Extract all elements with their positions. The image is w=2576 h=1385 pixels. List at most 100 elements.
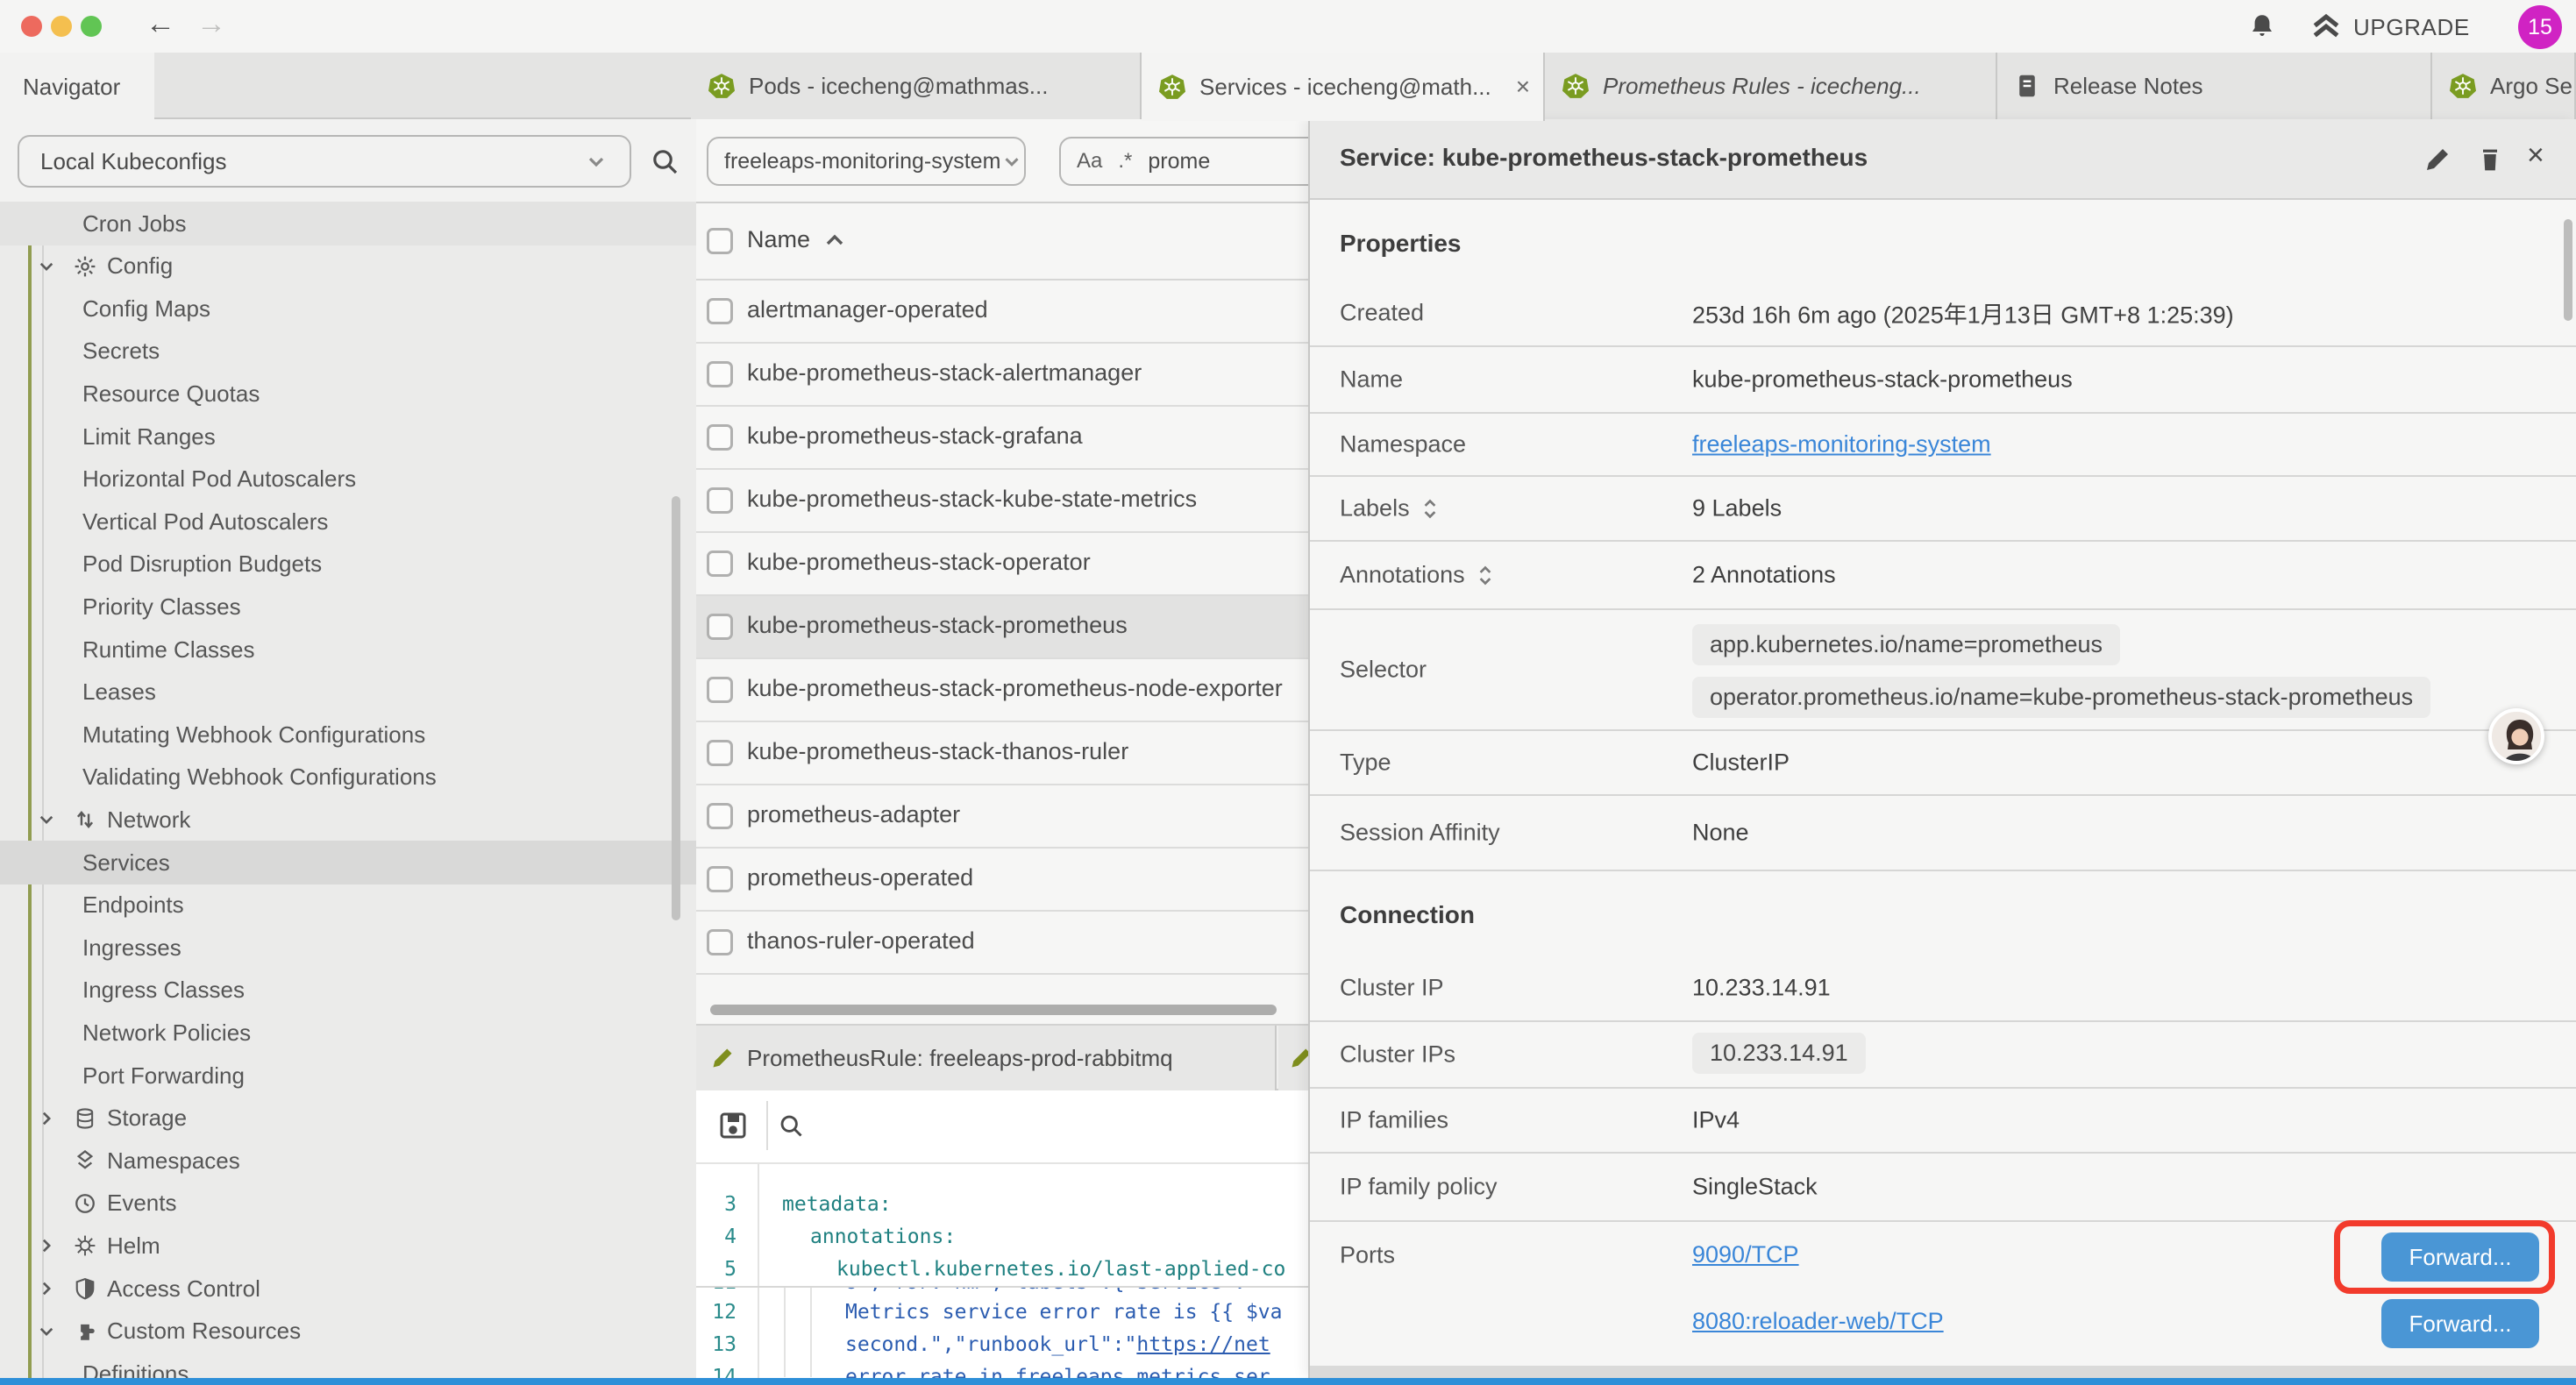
row-checkbox[interactable] [707, 740, 733, 766]
upgrade-icon[interactable] [2311, 12, 2341, 42]
row-checkbox[interactable] [707, 361, 733, 387]
code-line[interactable]: 4annotations: [696, 1221, 1308, 1254]
sidebar-item-network-policies[interactable]: Network Policies [0, 1011, 696, 1055]
detail-scrollbar[interactable] [2564, 219, 2572, 321]
upgrade-label[interactable]: UPGRADE [2353, 14, 2470, 41]
forward-arrow-icon[interactable]: → [196, 7, 226, 41]
sidebar-item-leases[interactable]: Leases [0, 671, 696, 714]
row-checkbox[interactable] [707, 614, 733, 640]
maximize-traffic-light[interactable] [81, 16, 102, 37]
sidebar-item-priority-classes[interactable]: Priority Classes [0, 585, 696, 629]
sidebar-item-mutating-webhook-configurations[interactable]: Mutating Webhook Configurations [0, 713, 696, 756]
tab-2[interactable]: Services - icecheng@math...× [1142, 53, 1545, 121]
sidebar-item-namespaces[interactable]: Namespaces [0, 1139, 696, 1183]
table-row[interactable]: prometheus-adapter [696, 785, 1308, 849]
table-row[interactable]: kube-prometheus-stack-kube-state-metrics [696, 470, 1308, 533]
editor-tab-prometheusrule[interactable]: PrometheusRule: freeleaps-prod-rabbitmq [696, 1026, 1277, 1090]
editor-tab-clipped[interactable] [1278, 1026, 1308, 1090]
sidebar-item-runtime-classes[interactable]: Runtime Classes [0, 628, 696, 671]
sidebar-item-config[interactable]: Config [0, 245, 696, 288]
port-link[interactable]: 9090/TCP [1692, 1241, 1799, 1268]
chevron-right-icon[interactable] [37, 1109, 56, 1128]
port-link[interactable]: 8080:reloader-web/TCP [1692, 1308, 1944, 1335]
code-line[interactable]: 14error rate in freeleaps metrics ser [696, 1361, 1308, 1378]
sidebar-item-cron-jobs[interactable]: Cron Jobs [0, 202, 696, 245]
sidebar-item-ingresses[interactable]: Ingresses [0, 926, 696, 970]
search-icon[interactable] [777, 1112, 805, 1140]
sidebar-item-access-control[interactable]: Access Control [0, 1267, 696, 1310]
table-row[interactable]: kube-prometheus-stack-alertmanager [696, 344, 1308, 407]
table-row[interactable]: kube-prometheus-stack-thanos-ruler [696, 722, 1308, 785]
match-case-toggle[interactable]: Aa [1077, 149, 1102, 174]
tab-4[interactable]: Release Notes [1997, 53, 2432, 119]
sort-updown-icon[interactable] [1422, 497, 1438, 520]
back-arrow-icon[interactable]: ← [146, 7, 175, 41]
row-checkbox[interactable] [707, 803, 733, 829]
sidebar-item-validating-webhook-configurations[interactable]: Validating Webhook Configurations [0, 756, 696, 799]
code-line[interactable]: 3metadata: [696, 1189, 1308, 1221]
sidebar-scrollbar[interactable] [672, 496, 680, 920]
code-link[interactable]: https://net [1136, 1333, 1270, 1356]
edit-pencil-icon[interactable] [2423, 146, 2451, 174]
notifications-badge[interactable]: 15 [2518, 5, 2562, 49]
sidebar-item-ingress-classes[interactable]: Ingress Classes [0, 969, 696, 1012]
sidebar-item-port-forwarding[interactable]: Port Forwarding [0, 1054, 696, 1097]
row-checkbox[interactable] [707, 929, 733, 955]
minimize-traffic-light[interactable] [51, 16, 72, 37]
close-traffic-light[interactable] [21, 16, 42, 37]
table-row[interactable]: thanos-ruler-operated [696, 912, 1308, 975]
forward-button[interactable]: Forward... [2381, 1299, 2539, 1348]
sidebar-item-config-maps[interactable]: Config Maps [0, 287, 696, 330]
close-icon[interactable]: × [2527, 138, 2544, 173]
chevron-right-icon[interactable] [37, 1236, 56, 1255]
sidebar-item-horizontal-pod-autoscalers[interactable]: Horizontal Pod Autoscalers [0, 458, 696, 501]
sidebar-item-limit-ranges[interactable]: Limit Ranges [0, 415, 696, 458]
sort-ascending-icon[interactable] [824, 231, 845, 249]
row-checkbox[interactable] [707, 424, 733, 451]
tab-5[interactable]: Argo Se [2432, 53, 2576, 119]
sidebar-item-custom-resources[interactable]: Custom Resources [0, 1310, 696, 1353]
regex-toggle[interactable]: .* [1118, 149, 1132, 174]
sidebar-item-storage[interactable]: Storage [0, 1097, 696, 1140]
save-icon[interactable] [717, 1110, 749, 1141]
chevron-right-icon[interactable] [37, 1279, 56, 1298]
code-line[interactable]: 5kubectl.kubernetes.io/last-applied-co [696, 1254, 1308, 1286]
bell-icon[interactable] [2248, 12, 2276, 40]
row-checkbox[interactable] [707, 866, 733, 892]
tab-3[interactable]: Prometheus Rules - icecheng... [1545, 53, 1997, 119]
sidebar-item-pod-disruption-budgets[interactable]: Pod Disruption Budgets [0, 543, 696, 586]
yaml-editor[interactable]: 3metadata:4annotations:5kubectl.kubernet… [696, 1164, 1308, 1378]
horizontal-scrollbar[interactable] [710, 1005, 1277, 1015]
code-line[interactable]: 13second.","runbook_url":"https://net [696, 1329, 1308, 1361]
delete-trash-icon[interactable] [2476, 146, 2504, 174]
namespace-select[interactable]: freeleaps-monitoring-system [707, 137, 1026, 186]
search-input[interactable]: Aa .* prome [1059, 137, 1308, 186]
sidebar-item-definitions[interactable]: Definitions [0, 1352, 696, 1378]
table-row[interactable]: kube-prometheus-stack-prometheus-node-ex… [696, 659, 1308, 722]
sidebar-item-helm[interactable]: Helm [0, 1224, 696, 1268]
sidebar-item-secrets[interactable]: Secrets [0, 330, 696, 373]
table-row[interactable]: kube-prometheus-stack-grafana [696, 407, 1308, 470]
close-icon[interactable]: × [1516, 73, 1530, 101]
chevron-down-icon[interactable] [37, 1322, 56, 1341]
row-checkbox[interactable] [707, 550, 733, 577]
sidebar-item-resource-quotas[interactable]: Resource Quotas [0, 372, 696, 416]
table-row[interactable]: prometheus-operated [696, 849, 1308, 912]
sidebar-item-vertical-pod-autoscalers[interactable]: Vertical Pod Autoscalers [0, 500, 696, 543]
sort-updown-icon[interactable] [1477, 564, 1493, 586]
sidebar-item-network[interactable]: Network [0, 798, 696, 842]
name-column-header[interactable]: Name [747, 226, 810, 253]
row-checkbox[interactable] [707, 677, 733, 703]
row-checkbox[interactable] [707, 298, 733, 324]
sidebar-item-services[interactable]: Services [0, 841, 696, 884]
table-row[interactable]: alertmanager-operated [696, 281, 1308, 344]
tab-1[interactable]: Pods - icecheng@mathmas... [691, 53, 1142, 119]
sidebar-item-endpoints[interactable]: Endpoints [0, 884, 696, 927]
avatar[interactable] [2488, 708, 2544, 764]
code-line[interactable]: 12Metrics service error rate is {{ $va [696, 1296, 1308, 1329]
sidebar-item-events[interactable]: Events [0, 1182, 696, 1225]
tab-navigator[interactable]: Navigator [0, 53, 154, 121]
table-row[interactable]: kube-prometheus-stack-operator [696, 533, 1308, 596]
select-all-checkbox[interactable] [707, 228, 733, 254]
chevron-down-icon[interactable] [37, 810, 56, 829]
